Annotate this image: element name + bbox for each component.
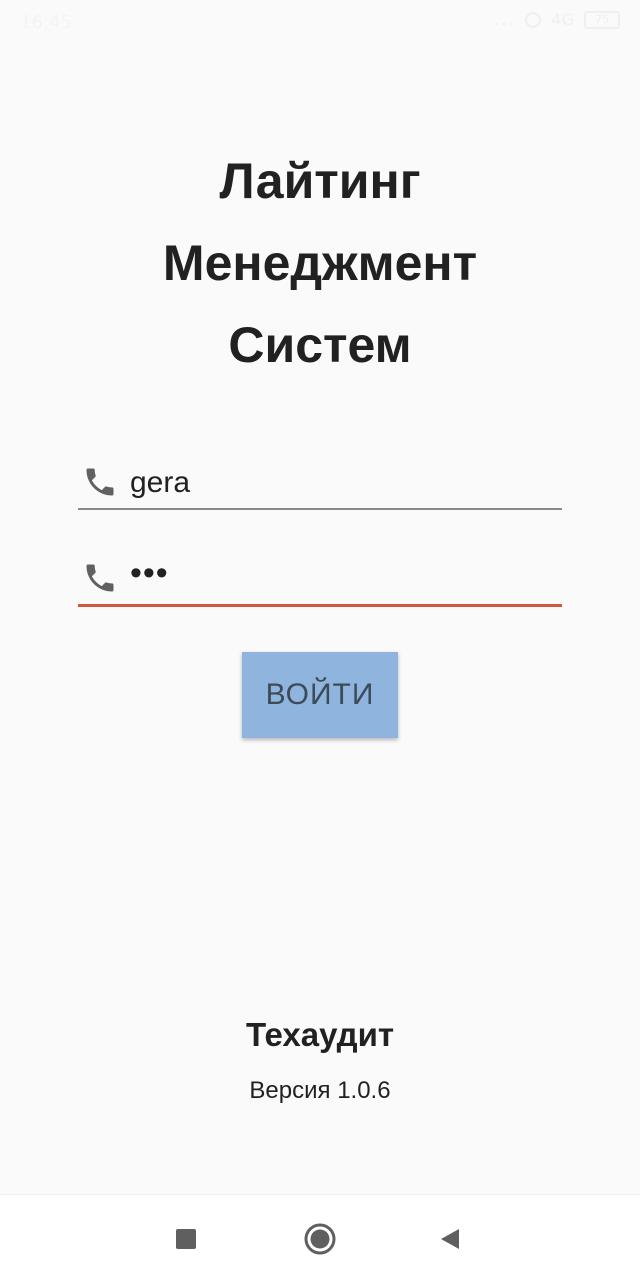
battery-level: 75 <box>595 12 609 26</box>
square-icon <box>176 1229 196 1249</box>
recent-apps-button[interactable] <box>166 1219 206 1259</box>
password-field[interactable]: ••• <box>78 548 562 607</box>
status-icons: ... 4G 75 <box>494 10 620 29</box>
navigation-bar <box>0 1194 640 1280</box>
phone-icon <box>86 564 114 592</box>
login-field[interactable]: gera <box>78 452 562 510</box>
app-title-line-1: Лайтинг <box>219 153 421 209</box>
circle-icon <box>304 1223 336 1255</box>
app-title-line-3: Систем <box>228 317 412 373</box>
notification-dots: ... <box>494 10 516 29</box>
triangle-back-icon <box>441 1229 459 1249</box>
app-title-line-2: Менеджмент <box>162 235 478 291</box>
company-name: Техаудит <box>245 1016 395 1053</box>
battery-icon: 75 <box>584 10 620 29</box>
back-button[interactable] <box>430 1219 470 1259</box>
phone-icon <box>86 468 114 496</box>
network-label: 4G <box>551 10 574 29</box>
status-bar: 16:45 ... 4G 75 <box>0 0 640 46</box>
home-button[interactable] <box>300 1219 340 1259</box>
alarm-icon <box>525 11 542 28</box>
password-input[interactable]: ••• <box>130 554 169 593</box>
app-version: Версия 1.0.6 <box>249 1077 391 1104</box>
login-button[interactable]: ВОЙТИ <box>242 652 398 738</box>
login-screen: 16:45 ... 4G 75 Лайтинг Менеджмент Систе… <box>0 0 640 1280</box>
app-title: Лайтинг Менеджмент Систем <box>0 140 640 386</box>
login-input[interactable]: gera <box>130 466 190 500</box>
status-time: 16:45 <box>20 12 72 33</box>
